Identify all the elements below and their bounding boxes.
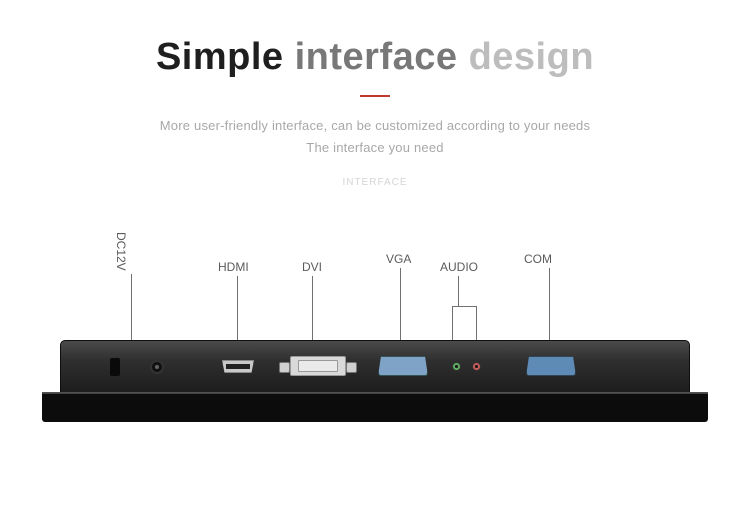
label-dc12v: DC12V [114,232,128,271]
com-port-icon [526,356,576,376]
interface-diagram: DC12V HDMI DVI VGA AUDIO COM [0,224,750,444]
vga-port-icon [378,356,428,376]
lead-audio-stem [458,276,459,306]
hdmi-port-icon [222,360,254,373]
subtitle-line-2: The interface you need [0,137,750,159]
label-vga: VGA [386,252,411,266]
heading-underline [360,95,390,97]
subtitle: More user-friendly interface, can be cus… [0,115,750,159]
audio-jack-1-icon [452,362,461,371]
label-hdmi: HDMI [218,260,249,274]
title-word-3: design [469,36,594,78]
lead-audio-bar [452,306,476,307]
page-heading: Simple interface design [0,0,750,97]
page-title: Simple interface design [0,36,750,79]
label-dvi: DVI [302,260,322,274]
label-audio: AUDIO [440,260,478,274]
audio-jack-2-icon [472,362,481,371]
title-word-1: Simple [156,36,284,78]
dc12v-port-icon [150,360,164,374]
section-label: INTERFACE [0,177,750,188]
title-word-2: interface [295,36,458,78]
bezel [42,394,708,422]
label-com: COM [524,252,552,266]
dc-vent-icon [110,358,120,376]
product-rear-panel [42,336,708,432]
subtitle-line-1: More user-friendly interface, can be cus… [0,115,750,137]
dvi-port-icon [290,356,346,376]
